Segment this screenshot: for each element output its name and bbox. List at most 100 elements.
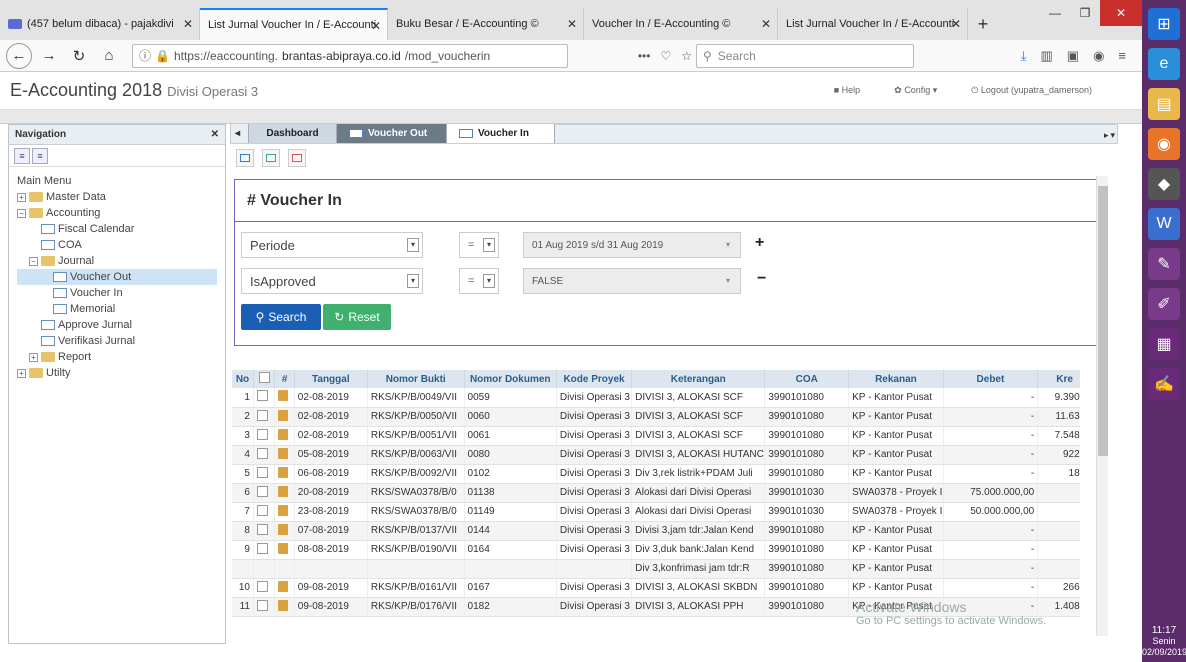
col-rekanan[interactable]: Rekanan <box>848 370 944 388</box>
menu-icon[interactable]: ≡ <box>1118 48 1126 64</box>
close-icon[interactable]: ✕ <box>183 17 193 31</box>
account-icon[interactable]: ◉ <box>1093 48 1104 64</box>
tab-voucher-in[interactable]: Voucher In <box>447 124 555 143</box>
app-icon[interactable]: ◆ <box>1148 168 1180 200</box>
new-icon[interactable] <box>236 149 254 167</box>
table-row[interactable]: 4 05-08-2019 RKS/KP/B/0063/VII 0080 Divisi O… <box>232 445 1080 465</box>
col-kode-proyek[interactable]: Kode Proyek <box>556 370 633 388</box>
vertical-scrollbar[interactable] <box>1096 176 1108 636</box>
windows-start-icon[interactable]: ⊞ <box>1148 8 1180 40</box>
word-icon[interactable]: W <box>1148 208 1180 240</box>
table-row[interactable]: 6 20-08-2019 RKS/SWA0378/B/0 01138 Divisi Op… <box>232 483 1080 503</box>
ie-icon[interactable]: e <box>1148 48 1180 80</box>
col-select[interactable] <box>253 370 276 388</box>
sidebar-icon[interactable]: ▣ <box>1067 48 1079 64</box>
edit-icon[interactable] <box>278 485 289 497</box>
table-row[interactable]: 10 09-08-2019 RKS/KP/B/0161/VII 0167 Divisi … <box>232 578 1080 598</box>
collapse-node-icon[interactable]: − <box>17 208 26 218</box>
search-input[interactable]: ⚲ Search <box>696 43 914 68</box>
notes-icon[interactable]: ✐ <box>1148 288 1180 320</box>
collapse-icon[interactable]: ✕ <box>211 129 219 140</box>
sidebar-item-journal[interactable]: − Journal <box>17 253 217 269</box>
table-row[interactable]: 5 06-08-2019 RKS/KP/B/0092/VII 0102 Divisi O… <box>232 464 1080 484</box>
forward-icon[interactable]: → <box>36 43 62 69</box>
remove-filter-button[interactable]: − <box>757 270 766 288</box>
edit-icon[interactable] <box>278 504 289 516</box>
browser-tab-3[interactable]: Buku Besar / E-Accounting © ✕ <box>388 8 584 40</box>
edit-icon[interactable] <box>278 542 289 554</box>
close-icon[interactable]: ✕ <box>567 17 577 31</box>
sidebar-item-utilty[interactable]: + Utilty <box>17 365 217 381</box>
scroll-thumb[interactable] <box>1098 186 1108 456</box>
config-link[interactable]: ✿ Config ▾ <box>894 85 937 96</box>
row-checkbox[interactable] <box>256 447 268 459</box>
row-checkbox[interactable] <box>256 580 268 592</box>
row-checkbox[interactable] <box>256 542 268 554</box>
table-row[interactable]: 1 02-08-2019 RKS/KP/B/0049/VII 0059 Divisi O… <box>232 388 1080 408</box>
select-all-checkbox[interactable] <box>258 372 270 383</box>
sidebar-item-memorial[interactable]: Memorial <box>17 301 217 317</box>
col-coa[interactable]: COA <box>764 370 850 388</box>
edit-icon[interactable] <box>278 466 289 478</box>
add-filter-button[interactable]: + <box>755 234 764 252</box>
tabs-left-arrow[interactable]: ◂ <box>231 124 249 143</box>
close-icon[interactable]: ✕ <box>951 17 961 31</box>
back-icon[interactable]: ← <box>6 42 32 69</box>
edit-icon[interactable] <box>278 599 289 611</box>
browser-tab-5[interactable]: List Jurnal Voucher In / E-Accounti ✕ <box>778 8 968 40</box>
table-row[interactable]: 2 02-08-2019 RKS/KP/B/0050/VII 0060 Divisi O… <box>232 407 1080 427</box>
edit-icon[interactable] <box>278 409 289 421</box>
sidebar-item-approve-jurnal[interactable]: Approve Jurnal <box>17 317 217 333</box>
browser-tab-1[interactable]: (457 belum dibaca) - pajakdivi ✕ <box>0 8 200 40</box>
col-nomor-dokumen[interactable]: Nomor Dokumen <box>464 370 557 388</box>
sidebar-item-fiscal-calendar[interactable]: Fiscal Calendar <box>17 221 217 237</box>
more-icon[interactable]: ••• <box>638 49 651 63</box>
sidebar-item-voucher-out[interactable]: Voucher Out <box>17 269 217 285</box>
library-icon[interactable]: ▥ <box>1040 48 1052 64</box>
filter1-operator-select[interactable]: = ▾ <box>459 232 499 258</box>
edit-icon[interactable]: ✍ <box>1148 368 1180 400</box>
reset-button[interactable]: ↻ Reset <box>323 304 391 330</box>
sidebar-item-report[interactable]: + Report <box>17 349 217 365</box>
row-checkbox[interactable] <box>256 390 268 402</box>
tabs-right-arrow[interactable]: ▸ <box>1104 130 1109 141</box>
col-debet[interactable]: Debet <box>943 370 1039 388</box>
collapse-all-icon[interactable]: ≡ <box>32 148 48 164</box>
filter2-value-select[interactable]: FALSE ▾ <box>523 268 741 294</box>
sidebar-item-voucher-in[interactable]: Voucher In <box>17 285 217 301</box>
table-row[interactable]: 7 23-08-2019 RKS/SWA0378/B/0 01149 Divisi Op… <box>232 502 1080 522</box>
close-window-icon[interactable]: ✕ <box>1100 0 1142 26</box>
edit-icon[interactable] <box>278 523 289 535</box>
download-icon[interactable]: ⤓ <box>1021 48 1027 64</box>
minimize-icon[interactable]: — <box>1040 0 1070 26</box>
edit-icon[interactable] <box>278 447 289 459</box>
sidebar-item-master-data[interactable]: + Master Data <box>17 189 217 205</box>
col-nomor-bukti[interactable]: Nomor Bukti <box>367 370 465 388</box>
home-icon[interactable]: ⌂ <box>96 43 122 69</box>
row-checkbox[interactable] <box>256 599 268 611</box>
sidebar-item-verifikasi-jurnal[interactable]: Verifikasi Jurnal <box>17 333 217 349</box>
tabs-menu-arrow[interactable]: ▾ <box>1110 130 1115 141</box>
export-icon[interactable] <box>262 149 280 167</box>
col-no[interactable]: No <box>232 370 254 388</box>
expand-icon[interactable]: + <box>17 192 26 202</box>
reload-icon[interactable]: ↻ <box>66 43 92 69</box>
expand-all-icon[interactable]: ≡ <box>14 148 30 164</box>
edit-icon[interactable] <box>278 580 289 592</box>
new-tab-button[interactable]: + <box>968 8 998 40</box>
expand-icon[interactable]: + <box>29 352 38 362</box>
edit-icon[interactable] <box>278 390 289 402</box>
help-link[interactable]: ■ Help <box>834 85 860 96</box>
sidebar-item-accounting[interactable]: − Accounting <box>17 205 217 221</box>
firefox-icon[interactable]: ◉ <box>1148 128 1180 160</box>
document-icon[interactable]: ▦ <box>1148 328 1180 360</box>
table-row[interactable]: Div 3,konfrimasi jam tdr:R 3990101080 KP -… <box>232 559 1080 579</box>
filter2-field-select[interactable]: IsApproved ▾ <box>241 268 423 294</box>
row-checkbox[interactable] <box>256 523 268 535</box>
row-checkbox[interactable] <box>256 409 268 421</box>
row-checkbox[interactable] <box>256 466 268 478</box>
row-checkbox[interactable] <box>256 504 268 516</box>
col-keterangan[interactable]: Keterangan <box>631 370 766 388</box>
col-kredit[interactable]: Kre <box>1037 370 1080 388</box>
tab-voucher-out[interactable]: Voucher Out <box>337 124 447 143</box>
